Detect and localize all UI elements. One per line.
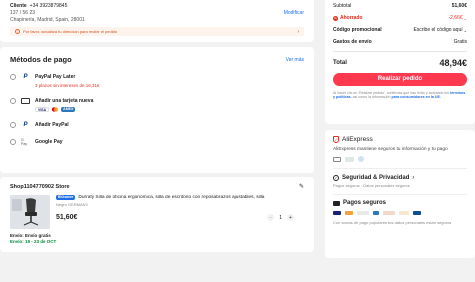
radio-button[interactable]: [10, 139, 16, 145]
paypal-icon: P: [23, 74, 28, 80]
secure-payments-title: Pagos seguros: [343, 200, 387, 207]
payment-card: Métodos de pago Ver más P PayPal Pay Lat…: [0, 47, 314, 173]
promo-code-row[interactable]: Código promocional Escribe el código aqu…: [333, 27, 467, 33]
saved-value: -2,66€: [448, 15, 463, 21]
aliexpress-brand: AliExpress: [342, 136, 373, 143]
divider: [333, 51, 467, 52]
product-title[interactable]: Durrafy Silla de oficina ergonómica, sil…: [78, 195, 298, 200]
visa-logo-icon: [333, 211, 341, 216]
edit-icon[interactable]: ✎: [299, 183, 304, 190]
info-icon: !: [15, 29, 20, 34]
shipping-cost-value: Gratis: [453, 39, 467, 45]
payment-method-google-pay[interactable]: G Pay Google Pay: [10, 138, 304, 146]
secure-payments-sub: Con socios de pago populares tus datos p…: [333, 220, 452, 226]
summary-card: Subtotal 51,60€ % Ahorrado -2,66€ ⌄ Códi…: [325, 0, 475, 124]
ssl-badge-icon: [345, 156, 354, 162]
shield-badge-icon: [358, 156, 364, 162]
secure-badge-icon: [333, 156, 341, 162]
chevron-down-icon[interactable]: ⌄: [464, 28, 467, 33]
promo-code-input[interactable]: Escribe el código aquí: [413, 27, 462, 33]
credit-card-icon: [21, 98, 30, 104]
address-city: Chapinería, Madrid, Spain, 28001: [10, 17, 85, 23]
radio-button[interactable]: [10, 98, 16, 104]
product-image[interactable]: [10, 195, 50, 229]
minus-button[interactable]: −: [267, 214, 275, 221]
address-street: 137 / 56 23: [10, 10, 36, 16]
product-price: 51,60€: [56, 214, 78, 221]
store-name: Shop1104770902 Store: [10, 183, 70, 190]
amex-icon: AMEX: [61, 107, 76, 112]
jcb-logo-icon: [413, 211, 421, 216]
shield-check-icon: ✓: [333, 136, 339, 143]
chevron-down-icon[interactable]: ⌄: [464, 16, 467, 21]
payment-method-paypal-later[interactable]: P PayPal Pay Later 3 plazos sin interese…: [10, 74, 304, 88]
radio-button[interactable]: [10, 122, 16, 128]
address-notice[interactable]: ! Por favor, actualiza tu dirección para…: [10, 27, 304, 36]
address-card: Cliente +34 3923879845 137 / 56 23 Chapi…: [0, 0, 314, 42]
amex-logo-icon: [373, 211, 379, 216]
payment-method-new-card[interactable]: Añadir una tarjeta nueva VISA AMEX: [10, 98, 304, 112]
mastercard-icon: [51, 107, 59, 112]
subtotal-value: 51,60€: [451, 3, 467, 9]
shipping-cost-label: Gastos de envío: [333, 39, 372, 45]
trust-card: ✓ AliExpress AliExpress mantiene seguros…: [325, 130, 475, 258]
payment-method-paypal[interactable]: P Añadir PayPal: [10, 122, 304, 128]
saved-label: Ahorrado: [340, 15, 363, 21]
visa-icon: VISA: [35, 107, 50, 112]
chevron-right-icon: ›: [297, 28, 299, 35]
subtotal-label: Subtotal: [333, 3, 352, 9]
ideal-logo-icon: [357, 211, 369, 216]
chevron-right-icon: ›: [412, 174, 415, 181]
trust-text: AliExpress mantiene seguros tu informaci…: [333, 147, 448, 152]
see-more-link[interactable]: Ver más: [286, 57, 304, 63]
security-privacy-row[interactable]: ✓ Seguridad & Privacidad › Pagos seguros…: [333, 174, 467, 188]
bank-logo-icon: [399, 211, 409, 216]
discount-icon: %: [333, 15, 338, 21]
delivery-text: Envío: 19 - 23 de OCT: [10, 239, 57, 244]
google-pay-icon: G Pay: [21, 138, 28, 146]
mastercard-logo-icon: [345, 211, 353, 216]
installments-text: 3 plazos sin intereses de 16,31€: [35, 83, 100, 88]
radio-button[interactable]: [10, 74, 16, 80]
payment-logos: [333, 211, 467, 216]
total-value: 48,94€: [439, 57, 467, 68]
quantity-value[interactable]: 1: [279, 215, 282, 221]
shield-icon: ✓: [333, 174, 339, 181]
payment-title: Métodos de pago: [10, 55, 72, 64]
product-variant[interactable]: Negro GERMANY: [56, 202, 304, 207]
place-order-button[interactable]: Realizar pedido: [333, 72, 467, 86]
bigsaver-badge: BIGsaver: [56, 195, 76, 200]
total-label: Total: [333, 59, 347, 66]
paypal-icon: P: [23, 122, 28, 128]
legal-text: Al hacer clic en 'Realizar pedido', conf…: [333, 90, 466, 100]
security-sub: Pagos seguros · Datos personales seguros: [333, 182, 410, 188]
sofort-logo-icon: [383, 211, 395, 216]
address-phone: +34 3923879845: [29, 3, 68, 9]
store-card: Shop1104770902 Store ✎ BIGsaver Durrafy …: [0, 177, 314, 252]
modify-address-link[interactable]: Modificar: [284, 10, 304, 16]
plus-button[interactable]: +: [287, 214, 294, 221]
card-icon: [333, 200, 340, 206]
eu-info-link[interactable]: para consumidores en la UE.: [392, 95, 441, 99]
shipping-text: Envío: Envío gratis: [10, 233, 51, 238]
address-name: Cliente: [10, 3, 27, 9]
